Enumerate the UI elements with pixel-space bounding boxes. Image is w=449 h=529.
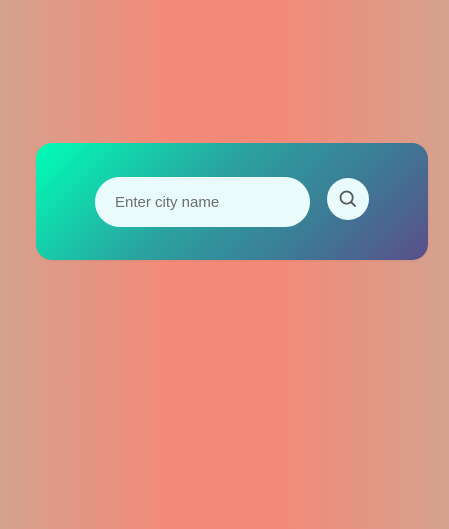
search-button[interactable] [327,178,369,220]
city-search-input[interactable] [95,177,310,227]
search-icon [339,190,356,207]
search-card [36,143,428,260]
